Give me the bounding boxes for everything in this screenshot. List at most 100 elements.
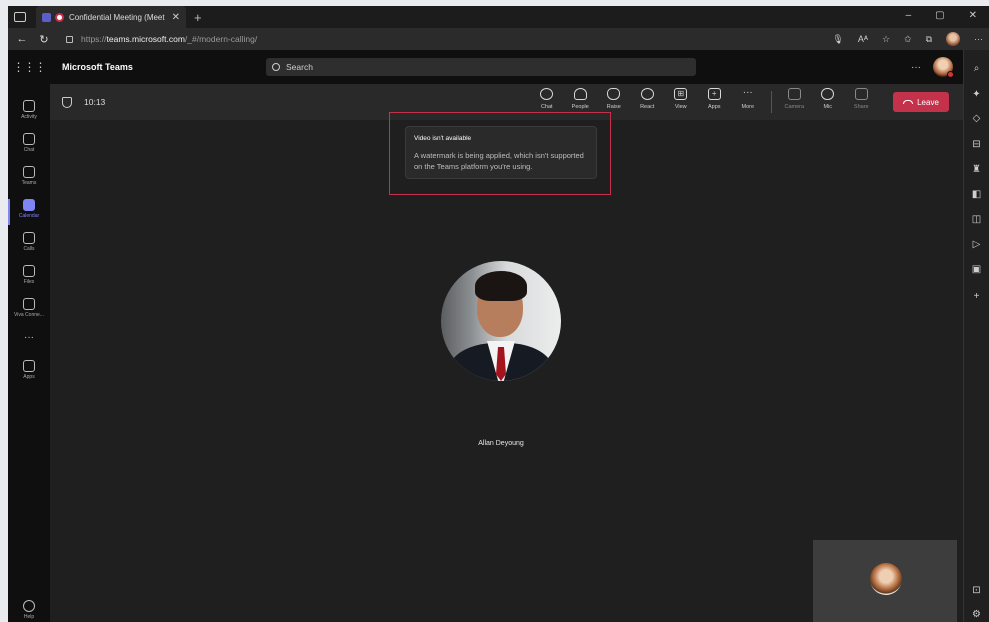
send-icon[interactable]: ▷ (970, 238, 983, 251)
raise-hand-button[interactable]: Raise (597, 88, 631, 113)
shield-icon[interactable] (62, 96, 72, 108)
outlook-icon[interactable]: ◫ (970, 213, 983, 226)
grid-view-icon: ⊞ (674, 88, 688, 100)
url-prefix: https:// (81, 34, 107, 44)
gear-icon[interactable]: ⚙ (970, 608, 983, 621)
hand-icon (607, 88, 621, 100)
tools-icon[interactable]: ⊟ (970, 138, 983, 151)
recording-icon (55, 12, 64, 22)
settings-more-icon[interactable]: ··· (911, 62, 921, 73)
meeting-timer: 10:13 (84, 97, 106, 107)
favorites-icon[interactable]: ✩ (904, 34, 912, 45)
add-favorite-icon[interactable]: ☆ (882, 34, 890, 45)
camera-button[interactable]: Camera (778, 88, 812, 113)
browser-more-icon[interactable]: ··· (974, 34, 983, 44)
people-button[interactable]: People (564, 88, 598, 113)
share-screen-icon (854, 88, 868, 100)
apps-button[interactable]: + Apps (698, 88, 732, 113)
app-launcher-icon[interactable]: ⋮⋮⋮ (8, 60, 50, 74)
chat-button[interactable]: Chat (530, 88, 564, 113)
sidebar-toggle-icon[interactable]: ⊡ (970, 584, 983, 597)
people-icon (573, 88, 587, 100)
search-input[interactable]: Search (266, 58, 696, 76)
browser-window: Confidential Meeting (Meet ✕ + – ▢ ✕ ← ↻… (8, 6, 989, 622)
new-tab-button[interactable]: + (194, 10, 202, 25)
teams-app: ⋮⋮⋮ Microsoft Teams Search ··· Activity … (8, 50, 963, 622)
meeting-stage: Video isn't available A watermark is bei… (50, 112, 963, 622)
phone-icon (23, 232, 35, 244)
highlight-box (389, 112, 611, 195)
shopping-tag-icon[interactable]: ◇ (970, 112, 983, 125)
collections-icon[interactable]: ⧉ (926, 34, 932, 45)
add-icon[interactable]: + (970, 290, 983, 303)
app-title: Microsoft Teams (62, 62, 133, 72)
office-icon[interactable]: ◧ (970, 188, 983, 201)
url-field[interactable]: https://teams.microsoft.com/_#/modern-ca… (66, 34, 257, 44)
mic-off-icon (821, 88, 835, 100)
meeting-controls: Chat People Raise React ⊞ View + Apps ··· M… (530, 88, 878, 113)
mic-button[interactable]: Mic (811, 88, 845, 113)
lock-icon (66, 35, 73, 43)
tab-actions-icon[interactable] (14, 12, 26, 22)
rail-item-chat[interactable]: Chat (8, 133, 50, 153)
file-icon (23, 265, 35, 277)
browser-toolbar: 🎙 Aᴬ ☆ ✩ ⧉ ··· (832, 32, 983, 46)
apps-icon (23, 360, 35, 372)
share-button[interactable]: Share (845, 88, 879, 113)
teams-icon (42, 12, 51, 22)
address-bar: ← ↻ https://teams.microsoft.com/_#/moder… (8, 28, 989, 50)
more-dots-icon: ··· (742, 87, 753, 98)
profile-avatar[interactable] (946, 32, 960, 46)
viva-icon (23, 298, 35, 310)
microphone-icon[interactable]: 🎙 (832, 34, 843, 45)
react-button[interactable]: React (631, 88, 665, 113)
search-placeholder: Search (286, 62, 313, 72)
close-window-button[interactable]: ✕ (969, 10, 977, 21)
calendar-icon (23, 199, 35, 211)
header-actions: ··· (911, 57, 954, 78)
camera-off-icon (787, 88, 801, 100)
restore-button[interactable]: ▢ (935, 10, 944, 21)
app-header: ⋮⋮⋮ Microsoft Teams Search ··· (8, 50, 963, 84)
refresh-icon[interactable]: ↻ (36, 33, 52, 46)
rail-item-teams[interactable]: Teams (8, 166, 50, 186)
toolbar-divider (770, 91, 772, 113)
search-icon[interactable]: ⌕ (970, 62, 983, 75)
bell-icon (23, 100, 35, 112)
rail-item-calendar[interactable]: Calendar (8, 199, 50, 225)
user-avatar[interactable] (933, 57, 954, 78)
browser-sidebar: ⌕ ✦ ◇ ⊟ ♜ ◧ ◫ ▷ ▣ + ⊡ ⚙ (963, 50, 989, 622)
rail-item-files[interactable]: Files (8, 265, 50, 285)
participant-name: Allan Deyoung (478, 440, 524, 447)
rail-item-activity[interactable]: Activity (8, 100, 50, 120)
participant-avatar[interactable] (441, 261, 561, 381)
browser-tab[interactable]: Confidential Meeting (Meet ✕ (36, 6, 186, 28)
screen: Confidential Meeting (Meet ✕ + – ▢ ✕ ← ↻… (0, 0, 989, 622)
status-dot (947, 71, 954, 78)
rail-more-button[interactable]: ··· (8, 332, 50, 343)
self-view-tile[interactable] (813, 540, 957, 622)
help-icon (23, 600, 35, 612)
teams-people-icon (23, 166, 35, 178)
more-button[interactable]: ··· More (731, 88, 765, 113)
browser-tab-bar: Confidential Meeting (Meet ✕ + – ▢ ✕ (8, 6, 989, 28)
read-aloud-icon[interactable]: Aᴬ (858, 34, 868, 44)
leave-button[interactable]: Leave (893, 92, 949, 112)
url-host: teams.microsoft.com (106, 34, 185, 44)
rail-item-viva[interactable]: Viva Conne... (8, 298, 50, 318)
minimize-button[interactable]: – (906, 10, 912, 21)
discover-icon[interactable]: ✦ (970, 88, 983, 101)
view-button[interactable]: ⊞ View (664, 88, 698, 113)
close-tab-icon[interactable]: ✕ (172, 12, 180, 23)
window-controls: – ▢ ✕ (906, 10, 977, 21)
rail-item-help[interactable]: Help (8, 600, 50, 620)
smiley-icon (640, 88, 654, 100)
rail-item-apps[interactable]: Apps (8, 360, 50, 380)
back-icon[interactable]: ← (14, 33, 30, 45)
add-app-icon: + (707, 88, 721, 100)
rail-item-calls[interactable]: Calls (8, 232, 50, 252)
self-avatar (870, 563, 902, 595)
teams-sidebar-icon[interactable]: ▣ (970, 263, 983, 276)
search-icon (272, 63, 280, 71)
games-icon[interactable]: ♜ (970, 163, 983, 176)
